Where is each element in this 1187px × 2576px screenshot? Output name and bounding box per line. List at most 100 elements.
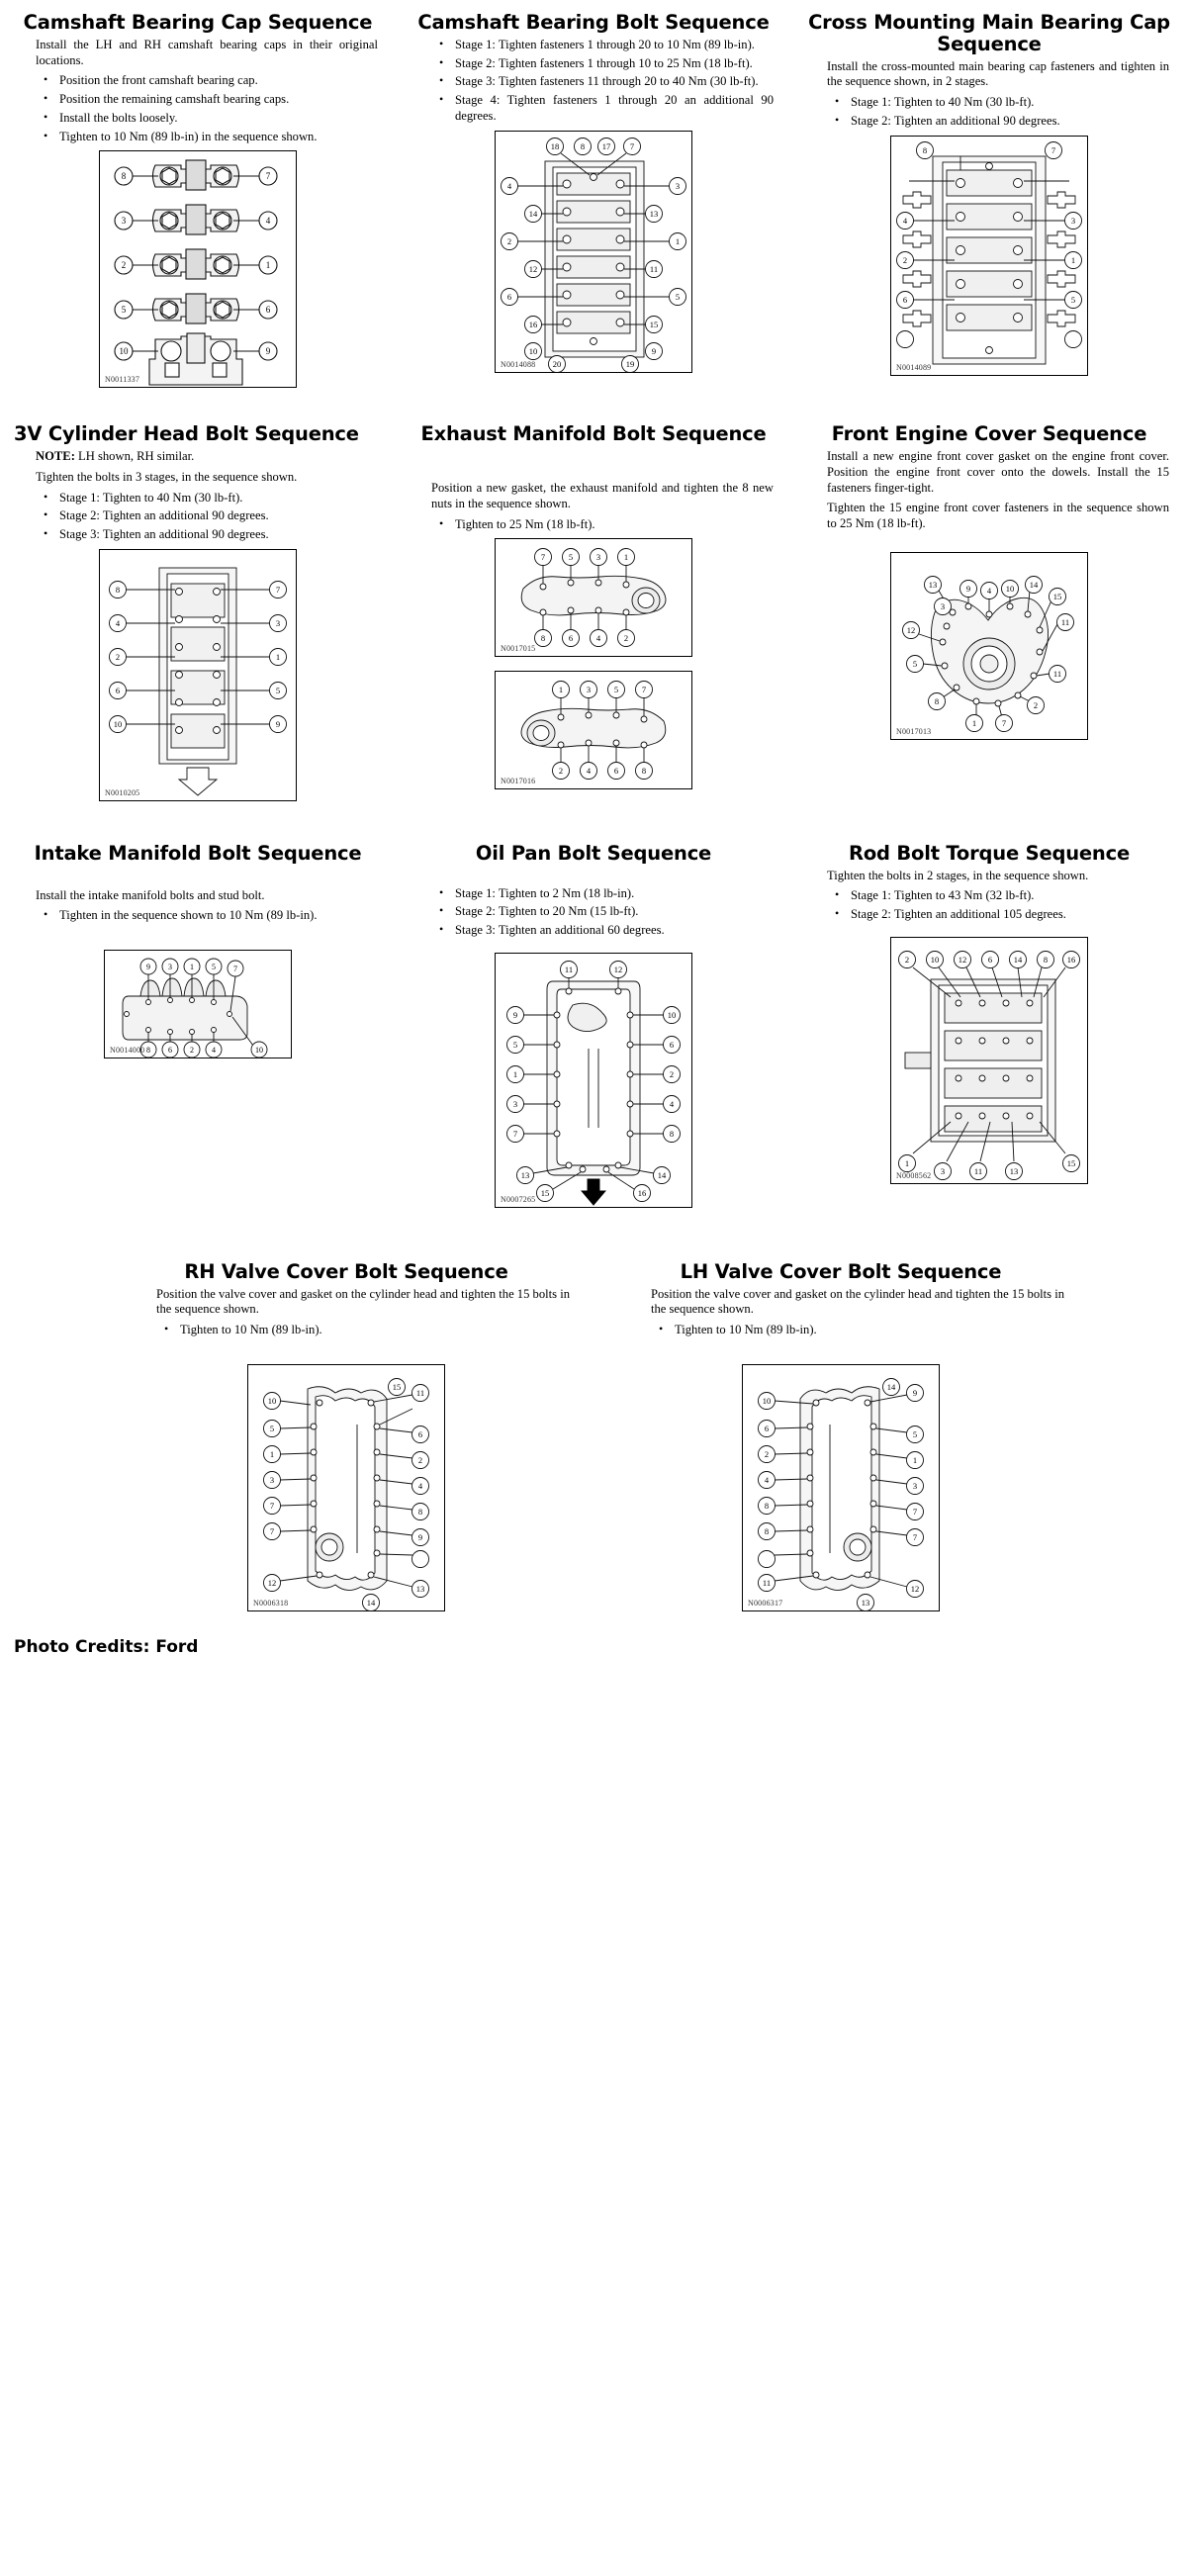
svg-text:12: 12 xyxy=(911,1584,920,1594)
svg-text:15: 15 xyxy=(541,1188,550,1198)
page-title: Intake Manifold Bolt Sequence xyxy=(34,841,362,865)
svg-text:11: 11 xyxy=(974,1166,982,1176)
svg-text:3: 3 xyxy=(168,963,172,971)
svg-text:5: 5 xyxy=(270,1424,274,1433)
instruction-list: Stage 1: Tighten to 43 Nm (32 lb-ft). St… xyxy=(805,887,1173,923)
section-intro: Position the valve cover and gasket on t… xyxy=(651,1286,1064,1317)
section-row-1: Camshaft Bearing Cap Sequence Install th… xyxy=(0,0,1187,389)
page-title: Front Engine Cover Sequence xyxy=(831,422,1147,446)
list-item: Install the bolts loosely. xyxy=(44,110,378,127)
instruction-list: Tighten to 10 Nm (89 lb-in). xyxy=(119,1322,574,1338)
section-row-2: 3V Cylinder Head Bolt Sequence NOTE: LH … xyxy=(0,412,1187,801)
page-title: Cross Mounting Main Bearing Cap Sequence xyxy=(808,11,1170,55)
svg-text:7: 7 xyxy=(913,1532,917,1542)
svg-text:7: 7 xyxy=(513,1129,517,1139)
list-item: Stage 3: Tighten an additional 90 degree… xyxy=(44,526,378,543)
svg-text:15: 15 xyxy=(1067,1158,1076,1168)
page-title: 3V Cylinder Head Bolt Sequence xyxy=(14,422,359,446)
svg-text:8: 8 xyxy=(116,585,120,595)
svg-text:15: 15 xyxy=(393,1382,402,1392)
list-item: Stage 4: Tighten fasteners 1 through 20 … xyxy=(439,92,774,124)
section-intro-2: Tighten the 15 engine front cover fasten… xyxy=(827,501,1169,530)
svg-text:1: 1 xyxy=(913,1455,917,1465)
figure-id: N0010205 xyxy=(105,787,140,797)
figure-id: N0007265 xyxy=(501,1194,536,1204)
svg-text:5: 5 xyxy=(614,685,618,694)
section-intro: Install the intake manifold bolts and st… xyxy=(36,887,265,902)
svg-text:5: 5 xyxy=(122,305,127,315)
section-intro: Tighten the bolts in 3 stages, in the se… xyxy=(36,469,298,484)
svg-text:3: 3 xyxy=(941,601,945,611)
lh-valve-cover-diagram: 10149 65 21 43 87 87 1112 13 xyxy=(758,1377,924,1610)
svg-text:20: 20 xyxy=(553,359,562,369)
list-item: Stage 2: Tighten fasteners 1 through 10 … xyxy=(439,55,774,72)
svg-text:10: 10 xyxy=(763,1396,772,1406)
svg-text:10: 10 xyxy=(1006,584,1015,594)
instruction-list: Stage 1: Tighten to 40 Nm (30 lb-ft). St… xyxy=(14,490,382,543)
section-3v-cylinder-head-bolt-sequence: 3V Cylinder Head Bolt Sequence NOTE: LH … xyxy=(0,412,396,801)
section-intro: Tighten the bolts in 2 stages, in the se… xyxy=(827,868,1089,882)
svg-text:9: 9 xyxy=(146,963,150,971)
svg-text:1: 1 xyxy=(624,552,628,562)
svg-text:6: 6 xyxy=(266,305,271,315)
front-engine-cover-diagram: 13 14 9 10 4 1511 112 71 85 123 xyxy=(902,575,1074,732)
svg-text:6: 6 xyxy=(765,1424,769,1433)
svg-text:10: 10 xyxy=(255,1046,263,1055)
list-item: Tighten to 10 Nm (89 lb-in). xyxy=(164,1322,570,1338)
figure-id: N0006317 xyxy=(748,1598,783,1608)
intake-manifold-diagram: 9 3 1 5 7 8 6 2 4 10 xyxy=(122,958,268,1058)
svg-text:7: 7 xyxy=(1051,145,1055,155)
svg-text:3: 3 xyxy=(276,618,280,628)
svg-text:7: 7 xyxy=(913,1507,917,1517)
svg-text:2: 2 xyxy=(418,1455,422,1465)
note-text: LH shown, RH similar. xyxy=(74,449,195,464)
list-item: Tighten to 10 Nm (89 lb-in) in the seque… xyxy=(44,129,378,145)
svg-text:8: 8 xyxy=(642,766,646,776)
figure-3v-cylinder-head-bolt: 87 43 21 65 10 9 N0010205 xyxy=(99,548,297,801)
figure-front-engine-cover: 13 14 9 10 4 15 11 11 2 71 85 12 3 N0017013 xyxy=(890,551,1088,740)
section-row-4: RH Valve Cover Bolt Sequence Position th… xyxy=(0,1249,1187,1611)
section-oil-pan-bolt-sequence: Oil Pan Bolt Sequence Stage 1: Tighten t… xyxy=(396,831,791,1208)
svg-text:12: 12 xyxy=(614,965,623,974)
cross-mounting-main-bearing-cap-diagram: 87 43 21 65 xyxy=(896,140,1082,365)
svg-text:2: 2 xyxy=(670,1069,674,1079)
svg-text:1: 1 xyxy=(972,718,976,728)
svg-text:1: 1 xyxy=(276,652,280,662)
svg-text:5: 5 xyxy=(513,1040,517,1050)
figure-exhaust-manifold-upper: 7531 8642 N0017015 xyxy=(495,538,692,658)
svg-text:12: 12 xyxy=(907,625,916,635)
svg-text:8: 8 xyxy=(765,1501,769,1511)
figure-rod-bolt-torque: 2 10 12 6 14 8 16 1 3 11 13 15 N0008562 xyxy=(890,936,1088,1184)
svg-text:9: 9 xyxy=(513,1010,517,1020)
svg-text:11: 11 xyxy=(1053,669,1061,679)
svg-text:2: 2 xyxy=(765,1449,769,1459)
list-item: Stage 1: Tighten to 40 Nm (30 lb-ft). xyxy=(44,490,378,506)
page-title: Oil Pan Bolt Sequence xyxy=(475,841,712,865)
svg-text:9: 9 xyxy=(966,584,970,594)
list-item: Stage 1: Tighten to 43 Nm (32 lb-ft). xyxy=(835,887,1169,904)
svg-text:13: 13 xyxy=(1010,1166,1019,1176)
svg-text:5: 5 xyxy=(1071,295,1075,305)
svg-text:1: 1 xyxy=(190,963,194,971)
svg-text:5: 5 xyxy=(913,659,917,669)
svg-text:8: 8 xyxy=(670,1129,674,1139)
list-item: Stage 2: Tighten an additional 105 degre… xyxy=(835,906,1169,923)
svg-text:16: 16 xyxy=(638,1188,647,1198)
svg-text:5: 5 xyxy=(212,963,216,971)
svg-text:3: 3 xyxy=(596,552,600,562)
svg-text:9: 9 xyxy=(913,1388,917,1398)
svg-text:4: 4 xyxy=(212,1046,216,1055)
figure-id: N0017013 xyxy=(896,726,932,736)
list-item: Stage 2: Tighten to 20 Nm (15 lb-ft). xyxy=(439,903,774,920)
page-title: Camshaft Bearing Cap Sequence xyxy=(23,11,373,34)
instruction-list: Tighten to 25 Nm (18 lb-ft). xyxy=(410,516,777,533)
svg-text:2: 2 xyxy=(624,633,628,643)
figure-id: N0008562 xyxy=(896,1170,932,1180)
svg-text:11: 11 xyxy=(416,1388,424,1398)
svg-text:9: 9 xyxy=(652,346,656,356)
list-item: Position the remaining camshaft bearing … xyxy=(44,91,378,108)
section-row-3: Intake Manifold Bolt Sequence Install th… xyxy=(0,831,1187,1208)
figure-oil-pan: 11 12 9 10 56 12 34 78 13 14 15 16 N0007265 xyxy=(495,952,692,1208)
svg-text:1: 1 xyxy=(905,1158,909,1168)
section-intro: Position a new gasket, the exhaust manif… xyxy=(431,481,774,510)
